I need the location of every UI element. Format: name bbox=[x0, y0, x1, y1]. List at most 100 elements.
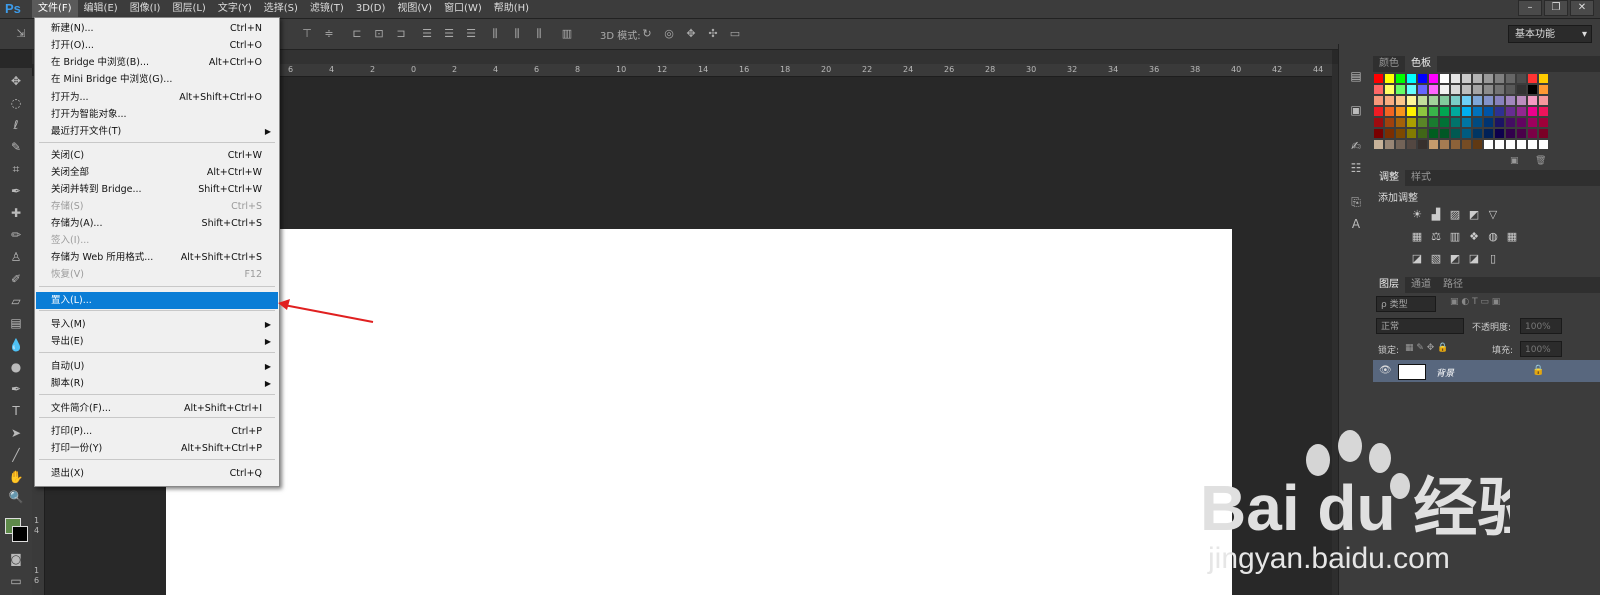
zoom-tool-icon[interactable]: 🔍 bbox=[6, 488, 26, 506]
swatch[interactable] bbox=[1385, 140, 1394, 149]
file-menu-item[interactable]: 打印一份(Y) Alt+Shift+Ctrl+P bbox=[36, 440, 278, 457]
swatch[interactable] bbox=[1440, 118, 1449, 127]
lock-icons[interactable]: ▦ ✎ ✥ 🔒 bbox=[1405, 343, 1448, 353]
threshold-adjustment-icon[interactable]: ◩ bbox=[1448, 253, 1462, 265]
menu-8[interactable]: 视图(V) bbox=[391, 0, 438, 18]
history-panel-icon[interactable]: ▤ bbox=[1348, 68, 1364, 84]
file-menu-item[interactable]: 最近打开文件(T) ▶ bbox=[36, 123, 278, 140]
file-menu-item[interactable]: 新建(N)... Ctrl+N bbox=[36, 20, 278, 37]
swatch[interactable] bbox=[1517, 96, 1526, 105]
swatch[interactable] bbox=[1418, 118, 1427, 127]
swatch[interactable] bbox=[1429, 96, 1438, 105]
menu-3[interactable]: 图层(L) bbox=[166, 0, 211, 18]
new-swatch-icon[interactable]: ▣ bbox=[1510, 156, 1519, 166]
swatch[interactable] bbox=[1528, 96, 1537, 105]
eraser-tool-icon[interactable]: ▱ bbox=[6, 292, 26, 310]
tab-color[interactable]: 颜色 bbox=[1373, 56, 1405, 72]
menu-7[interactable]: 3D(D) bbox=[350, 0, 392, 18]
swatch[interactable] bbox=[1385, 85, 1394, 94]
close-button[interactable]: ✕ bbox=[1570, 0, 1594, 16]
align-center-icon[interactable]: ⊡ bbox=[372, 27, 386, 41]
brush-presets-icon[interactable]: ☷ bbox=[1348, 160, 1364, 176]
file-menu-item[interactable]: 在 Mini Bridge 中浏览(G)... bbox=[36, 71, 278, 88]
swatch[interactable] bbox=[1374, 107, 1383, 116]
swatch[interactable] bbox=[1396, 140, 1405, 149]
healing-tool-icon[interactable]: ✚ bbox=[6, 204, 26, 222]
swatch[interactable] bbox=[1539, 74, 1548, 83]
roll-3d-icon[interactable]: ◎ bbox=[662, 27, 676, 41]
swatch[interactable] bbox=[1462, 140, 1471, 149]
swatch[interactable] bbox=[1385, 118, 1394, 127]
swatch[interactable] bbox=[1451, 140, 1460, 149]
filter-icons[interactable]: ▣ ◐ T ▭ ▣ bbox=[1450, 297, 1500, 307]
swatch[interactable] bbox=[1506, 118, 1515, 127]
swatch[interactable] bbox=[1517, 85, 1526, 94]
menu-6[interactable]: 滤镜(T) bbox=[304, 0, 350, 18]
swatch[interactable] bbox=[1385, 129, 1394, 138]
file-menu-item[interactable]: 在 Bridge 中浏览(B)... Alt+Ctrl+O bbox=[36, 54, 278, 71]
file-menu-item[interactable]: 打开(O)... Ctrl+O bbox=[36, 37, 278, 54]
swatch[interactable] bbox=[1484, 140, 1493, 149]
delete-swatch-icon[interactable]: 🗑 bbox=[1535, 156, 1546, 166]
visibility-eye-icon[interactable]: 👁 bbox=[1379, 365, 1392, 376]
swatch[interactable] bbox=[1506, 107, 1515, 116]
swatch[interactable] bbox=[1462, 85, 1471, 94]
swatch[interactable] bbox=[1528, 140, 1537, 149]
color-balance-adjustment-icon[interactable]: ⚖ bbox=[1429, 231, 1443, 243]
distribute-center-icon[interactable]: ⫼ bbox=[510, 27, 524, 41]
swatch[interactable] bbox=[1407, 96, 1416, 105]
swatch[interactable] bbox=[1385, 74, 1394, 83]
brush-tool-icon[interactable]: ✏ bbox=[6, 226, 26, 244]
swatch[interactable] bbox=[1418, 85, 1427, 94]
swatch[interactable] bbox=[1418, 74, 1427, 83]
dodge-tool-icon[interactable]: ● bbox=[6, 358, 26, 376]
swatch[interactable] bbox=[1473, 129, 1482, 138]
brush-panel-icon[interactable]: ✍ bbox=[1348, 138, 1364, 154]
drag-3d-icon[interactable]: ✥ bbox=[684, 27, 698, 41]
distribute-bottom-icon[interactable]: ☰ bbox=[464, 27, 478, 41]
swatch[interactable] bbox=[1484, 118, 1493, 127]
swatch[interactable] bbox=[1374, 85, 1383, 94]
file-menu-item[interactable]: 打开为智能对象... bbox=[36, 106, 278, 123]
gradient-map-adjustment-icon[interactable]: ◪ bbox=[1467, 253, 1481, 265]
pen-tool-icon[interactable]: ✒ bbox=[6, 380, 26, 398]
crop-tool-icon[interactable]: ⌗ bbox=[6, 160, 26, 178]
swatch[interactable] bbox=[1462, 118, 1471, 127]
file-menu-item[interactable]: 打开为... Alt+Shift+Ctrl+O bbox=[36, 89, 278, 106]
swatch[interactable] bbox=[1440, 85, 1449, 94]
swatch[interactable] bbox=[1451, 85, 1460, 94]
swatch[interactable] bbox=[1407, 107, 1416, 116]
file-menu-item[interactable]: 存储为(A)... Shift+Ctrl+S bbox=[36, 215, 278, 232]
hsl-adjustment-icon[interactable]: ▦ bbox=[1410, 231, 1424, 243]
swatch[interactable] bbox=[1484, 74, 1493, 83]
swatch[interactable] bbox=[1374, 140, 1383, 149]
file-menu-item[interactable]: 存储为 Web 所用格式... Alt+Shift+Ctrl+S bbox=[36, 249, 278, 266]
layer-name[interactable]: 背景 bbox=[1436, 366, 1454, 379]
clone-source-icon[interactable]: ⎘ bbox=[1348, 194, 1364, 210]
swatch[interactable] bbox=[1539, 118, 1548, 127]
swatch[interactable] bbox=[1506, 129, 1515, 138]
file-menu-item[interactable]: 导出(E) ▶ bbox=[36, 333, 278, 350]
swatch[interactable] bbox=[1506, 85, 1515, 94]
swatch[interactable] bbox=[1418, 129, 1427, 138]
file-menu-item[interactable]: 关闭全部 Alt+Ctrl+W bbox=[36, 164, 278, 181]
file-menu-item[interactable]: 置入(L)... bbox=[36, 292, 278, 309]
file-menu-item[interactable]: 自动(U) ▶ bbox=[36, 358, 278, 375]
swatch[interactable] bbox=[1473, 85, 1482, 94]
blend-mode-select[interactable]: 正常 bbox=[1376, 318, 1464, 334]
swatch[interactable] bbox=[1528, 85, 1537, 94]
menu-0[interactable]: 文件(F) bbox=[32, 0, 78, 18]
swatch[interactable] bbox=[1484, 107, 1493, 116]
swatch[interactable] bbox=[1528, 74, 1537, 83]
swatch[interactable] bbox=[1495, 96, 1504, 105]
swatch[interactable] bbox=[1374, 96, 1383, 105]
swatch[interactable] bbox=[1473, 107, 1482, 116]
quick-select-tool-icon[interactable]: ✎ bbox=[6, 138, 26, 156]
swatch[interactable] bbox=[1517, 118, 1526, 127]
lasso-tool-icon[interactable]: ℓ bbox=[6, 116, 26, 134]
selective-color-adjustment-icon[interactable]: ▯ bbox=[1486, 253, 1500, 265]
swatch[interactable] bbox=[1396, 85, 1405, 94]
swatch[interactable] bbox=[1374, 129, 1383, 138]
swatch[interactable] bbox=[1451, 129, 1460, 138]
swatch[interactable] bbox=[1407, 140, 1416, 149]
